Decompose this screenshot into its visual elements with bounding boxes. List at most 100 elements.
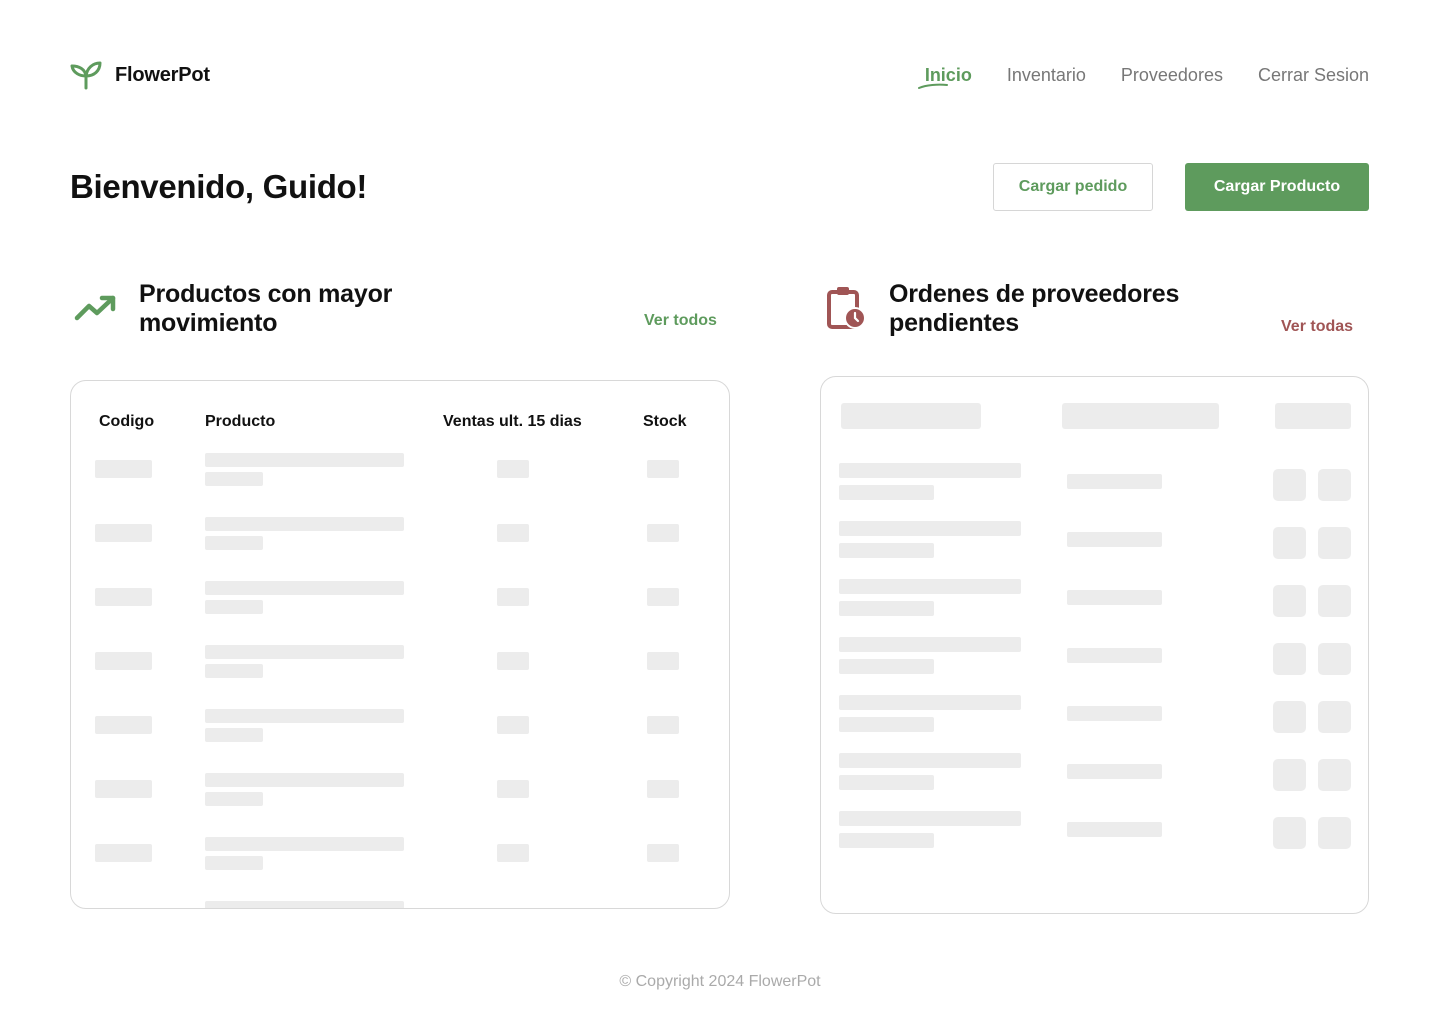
skeleton-placeholder xyxy=(205,837,404,851)
page-title: Bienvenido, Guido! xyxy=(70,168,368,205)
skeleton-placeholder xyxy=(205,856,263,870)
skeleton-placeholder xyxy=(839,695,1021,710)
skeleton-placeholder xyxy=(205,581,404,595)
skeleton-placeholder xyxy=(839,463,1021,478)
skeleton-placeholder xyxy=(95,588,152,606)
skeleton-placeholder xyxy=(647,524,679,542)
skeleton-placeholder xyxy=(95,716,152,734)
skeleton-placeholder xyxy=(205,472,263,486)
ver-todas-link[interactable]: Ver todas xyxy=(1281,318,1353,336)
skeleton-placeholder xyxy=(839,543,934,558)
skeleton-placeholder xyxy=(647,844,679,862)
skeleton-placeholder xyxy=(839,659,934,674)
skeleton-placeholder xyxy=(1318,817,1351,849)
skeleton-placeholder xyxy=(839,637,1021,652)
column-header-ventas: Ventas ult. 15 dias xyxy=(443,413,582,430)
skeleton-placeholder xyxy=(205,536,263,550)
skeleton-placeholder xyxy=(1273,643,1306,675)
skeleton-placeholder xyxy=(1318,585,1351,617)
skeleton-placeholder xyxy=(1067,532,1162,547)
skeleton-placeholder xyxy=(647,780,679,798)
top-navigation-bar: FlowerPot Inicio Inventario Proveedores … xyxy=(70,58,1369,92)
skeleton-placeholder xyxy=(497,524,529,542)
pending-orders-table xyxy=(820,376,1369,914)
main-nav: Inicio Inventario Proveedores Cerrar Ses… xyxy=(925,65,1369,86)
skeleton-placeholder xyxy=(95,844,152,862)
nav-item-proveedores[interactable]: Proveedores xyxy=(1121,65,1223,86)
skeleton-placeholder xyxy=(1067,822,1162,837)
skeleton-placeholder xyxy=(497,652,529,670)
skeleton-placeholder xyxy=(839,775,934,790)
ver-todos-link[interactable]: Ver todos xyxy=(644,312,717,330)
skeleton-placeholder xyxy=(205,773,404,787)
skeleton-placeholder xyxy=(95,780,152,798)
clipboard-clock-icon xyxy=(826,285,866,331)
pending-orders-title: Ordenes de proveedores pendientes xyxy=(889,280,1179,338)
skeleton-placeholder xyxy=(1318,701,1351,733)
skeleton-placeholder xyxy=(839,833,934,848)
skeleton-placeholder xyxy=(497,716,529,734)
skeleton-header xyxy=(1275,403,1351,429)
skeleton-placeholder xyxy=(839,717,934,732)
skeleton-placeholder xyxy=(1318,759,1351,791)
skeleton-placeholder xyxy=(1273,817,1306,849)
skeleton-placeholder xyxy=(1067,764,1162,779)
skeleton-placeholder xyxy=(1273,527,1306,559)
skeleton-header xyxy=(1062,403,1219,429)
skeleton-placeholder xyxy=(839,811,1021,826)
skeleton-placeholder xyxy=(205,728,263,742)
skeleton-placeholder xyxy=(839,579,1021,594)
active-nav-underline xyxy=(918,83,948,89)
skeleton-placeholder xyxy=(1318,469,1351,501)
skeleton-placeholder xyxy=(497,588,529,606)
skeleton-placeholder xyxy=(95,652,152,670)
pending-orders-title-line2: pendientes xyxy=(889,309,1019,337)
skeleton-placeholder xyxy=(205,517,404,531)
skeleton-placeholder xyxy=(1318,643,1351,675)
top-products-title-line1: Productos con mayor xyxy=(139,280,393,308)
column-header-producto: Producto xyxy=(205,413,276,430)
skeleton-placeholder xyxy=(1273,701,1306,733)
skeleton-placeholder xyxy=(839,485,934,500)
skeleton-placeholder xyxy=(647,716,679,734)
footer-copyright: © Copyright 2024 FlowerPot xyxy=(619,973,821,990)
nav-item-cerrar-sesion[interactable]: Cerrar Sesion xyxy=(1258,65,1369,86)
skeleton-placeholder xyxy=(647,652,679,670)
skeleton-header xyxy=(841,403,981,429)
brand[interactable]: FlowerPot xyxy=(70,59,210,91)
skeleton-placeholder xyxy=(1067,590,1162,605)
skeleton-placeholder xyxy=(647,460,679,478)
trending-up-icon xyxy=(74,288,118,332)
skeleton-placeholder xyxy=(1273,585,1306,617)
skeleton-placeholder xyxy=(497,780,529,798)
cargar-pedido-button[interactable]: Cargar pedido xyxy=(993,163,1153,211)
skeleton-placeholder xyxy=(497,908,529,909)
top-products-title: Productos con mayor movimiento xyxy=(139,280,392,338)
skeleton-placeholder xyxy=(647,588,679,606)
cargar-producto-button[interactable]: Cargar Producto xyxy=(1185,163,1369,211)
skeleton-placeholder xyxy=(839,521,1021,536)
skeleton-placeholder xyxy=(205,664,263,678)
skeleton-placeholder xyxy=(839,601,934,616)
top-products-table: Codigo Producto Ventas ult. 15 dias Stoc… xyxy=(70,380,730,909)
skeleton-placeholder xyxy=(497,844,529,862)
top-products-title-line2: movimiento xyxy=(139,309,278,337)
skeleton-placeholder xyxy=(497,460,529,478)
skeleton-placeholder xyxy=(1273,759,1306,791)
skeleton-placeholder xyxy=(95,908,152,909)
column-header-stock: Stock xyxy=(643,413,687,430)
nav-item-inventario[interactable]: Inventario xyxy=(1007,65,1086,86)
skeleton-placeholder xyxy=(95,524,152,542)
column-header-codigo: Codigo xyxy=(99,413,155,430)
skeleton-placeholder xyxy=(95,460,152,478)
skeleton-placeholder xyxy=(205,709,404,723)
skeleton-placeholder xyxy=(1067,648,1162,663)
skeleton-placeholder xyxy=(1067,706,1162,721)
skeleton-placeholder xyxy=(1067,474,1162,489)
skeleton-placeholder xyxy=(205,453,404,467)
brand-name: FlowerPot xyxy=(115,63,210,86)
sprout-leaf-icon xyxy=(70,59,102,91)
skeleton-placeholder xyxy=(205,901,404,908)
top-products-header xyxy=(74,280,118,332)
skeleton-placeholder xyxy=(647,908,679,909)
